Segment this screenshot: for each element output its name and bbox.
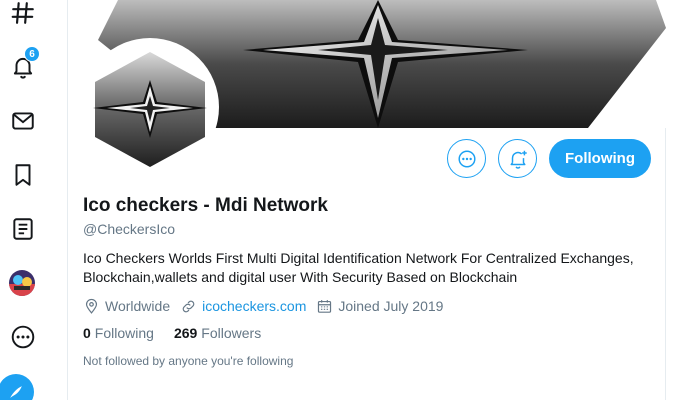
followers-count: 269 [173, 325, 198, 341]
left-navigation: 6 [0, 0, 68, 400]
list-icon [13, 218, 33, 240]
location-text: Worldwide [105, 298, 171, 314]
follow-counts: 0 Following 269 Followers [83, 325, 653, 341]
profile-column: Following Ico checkers - Mdi Network @Ch… [68, 0, 666, 400]
website: icocheckers.com [180, 298, 306, 315]
avatar [9, 270, 35, 296]
following-label: Following [94, 325, 154, 341]
join-date-text: Joined July 2019 [338, 298, 444, 314]
more-options-button[interactable] [447, 139, 486, 178]
more-menu-button[interactable] [8, 322, 38, 352]
notifications-badge: 6 [24, 46, 40, 62]
followers-label: Followers [201, 325, 262, 341]
link-icon [182, 300, 195, 312]
profile-name: Ico checkers - Mdi Network [83, 195, 328, 216]
notify-button[interactable] [498, 139, 537, 178]
following-count-link[interactable]: 0 Following [83, 325, 154, 341]
profile-actions: Following [447, 139, 651, 178]
profile-bio: Ico Checkers Worlds First Multi Digital … [83, 250, 634, 285]
bookmark-icon [15, 164, 31, 186]
profile-meta: Worldwide icocheckers.com Joined July 20… [83, 296, 653, 316]
profile-avatar-button[interactable] [9, 270, 35, 296]
profile-info: Ico checkers - Mdi Network @CheckersIco … [83, 195, 653, 368]
bookmarks-button[interactable] [8, 160, 38, 190]
followers-count-link[interactable]: 269 Followers [174, 325, 261, 341]
following-count: 0 [83, 325, 91, 341]
compose-button[interactable] [0, 374, 34, 400]
mail-icon [12, 112, 34, 130]
bell-plus-icon [509, 150, 527, 169]
followed-by-note: Not followed by anyone you're following [83, 354, 294, 368]
profile-avatar[interactable] [81, 38, 219, 176]
website-link[interactable]: icocheckers.com [202, 298, 306, 314]
following-button[interactable]: Following [549, 139, 651, 178]
notifications-button[interactable]: 6 [8, 46, 40, 82]
location: Worldwide [83, 298, 170, 315]
avatar-image [85, 42, 215, 172]
more-circle-icon [11, 325, 35, 349]
hashtag-icon [11, 2, 34, 24]
join-date: Joined July 2019 [316, 298, 443, 315]
explore-button[interactable] [8, 0, 38, 28]
lists-button[interactable] [8, 214, 38, 244]
more-icon [457, 149, 476, 168]
messages-button[interactable] [8, 106, 38, 136]
profile-handle: @CheckersIco [83, 221, 176, 237]
compose-icon [10, 386, 22, 398]
location-pin-icon [85, 298, 98, 314]
calendar-icon [318, 299, 332, 313]
